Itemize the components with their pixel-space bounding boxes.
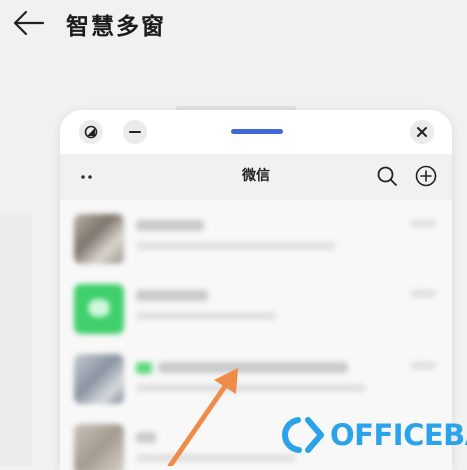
chat-list-item[interactable] bbox=[60, 276, 452, 346]
contact-avatar bbox=[74, 424, 124, 470]
chat-preview-placeholder bbox=[136, 312, 276, 320]
resize-window-button[interactable] bbox=[79, 120, 103, 144]
watermark: OFFICEBA bbox=[278, 408, 467, 466]
window-drag-handle[interactable] bbox=[231, 129, 283, 134]
add-circle-icon[interactable] bbox=[415, 165, 437, 187]
annotation-arrow bbox=[167, 368, 238, 466]
chat-name-placeholder bbox=[136, 290, 208, 301]
resize-icon bbox=[84, 125, 98, 139]
watermark-text: OFFICEBA bbox=[330, 418, 467, 452]
top-bar: 智慧多窗 bbox=[0, 0, 467, 52]
background-card bbox=[0, 215, 32, 466]
contact-avatar bbox=[74, 214, 124, 264]
close-icon bbox=[417, 127, 427, 137]
chat-list-item[interactable] bbox=[60, 206, 452, 276]
app-header: 微信 bbox=[60, 154, 452, 200]
page-title: 智慧多窗 bbox=[66, 14, 166, 40]
green-chat-avatar bbox=[74, 284, 124, 334]
chat-name-placeholder bbox=[136, 220, 204, 231]
chat-time-placeholder bbox=[410, 362, 436, 369]
contact-avatar bbox=[74, 354, 124, 404]
back-arrow-icon[interactable] bbox=[12, 9, 46, 37]
watermark-logo-icon bbox=[282, 417, 324, 453]
close-window-button[interactable] bbox=[410, 120, 434, 144]
search-icon[interactable] bbox=[376, 165, 398, 187]
chat-time-placeholder bbox=[410, 220, 436, 227]
minimize-window-button[interactable] bbox=[123, 120, 147, 144]
window-title-bar[interactable] bbox=[60, 110, 452, 154]
minimize-icon bbox=[129, 131, 141, 133]
chat-preview-placeholder bbox=[136, 242, 336, 250]
chat-time-placeholder bbox=[410, 290, 436, 297]
